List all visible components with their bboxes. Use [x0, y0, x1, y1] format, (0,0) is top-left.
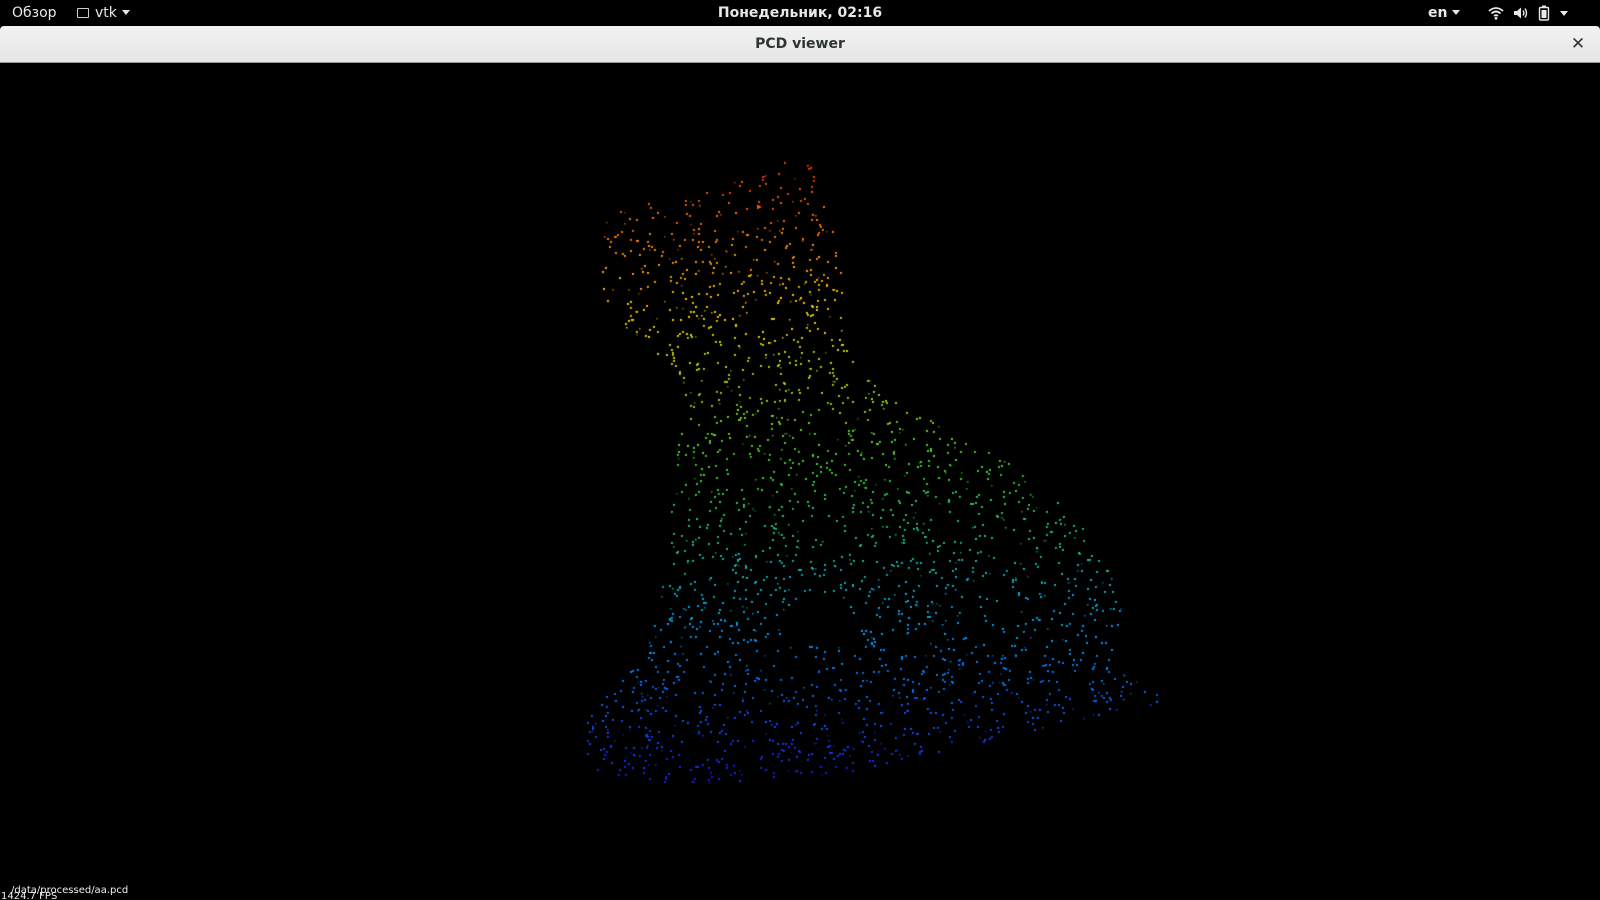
system-status-area[interactable] [1488, 0, 1569, 26]
close-button[interactable]: ✕ [1568, 34, 1588, 54]
battery-icon[interactable] [1538, 5, 1550, 21]
clock-button[interactable]: Понедельник, 02:16 [718, 5, 882, 21]
keyboard-layout-label: en [1428, 5, 1448, 21]
window-title: PCD viewer [755, 36, 845, 52]
chevron-down-icon [1452, 10, 1461, 15]
window-titlebar[interactable]: PCD viewer ✕ [0, 26, 1600, 63]
system-menu-caret-icon[interactable] [1559, 9, 1569, 17]
clock-area: Понедельник, 02:16 [0, 0, 1600, 26]
close-icon: ✕ [1570, 34, 1586, 54]
point-cloud-render[interactable] [0, 63, 1600, 900]
wifi-icon[interactable] [1488, 6, 1504, 20]
point-cloud-viewport[interactable]: /data/processed/aa.pcd 1424.7 FPS [0, 63, 1600, 900]
volume-icon[interactable] [1513, 6, 1529, 20]
top-bar: Обзор vtk Понедельник, 02:16 en [0, 0, 1600, 26]
keyboard-layout-button[interactable]: en [1428, 0, 1461, 26]
fps-counter: 1424.7 FPS [1, 891, 58, 900]
